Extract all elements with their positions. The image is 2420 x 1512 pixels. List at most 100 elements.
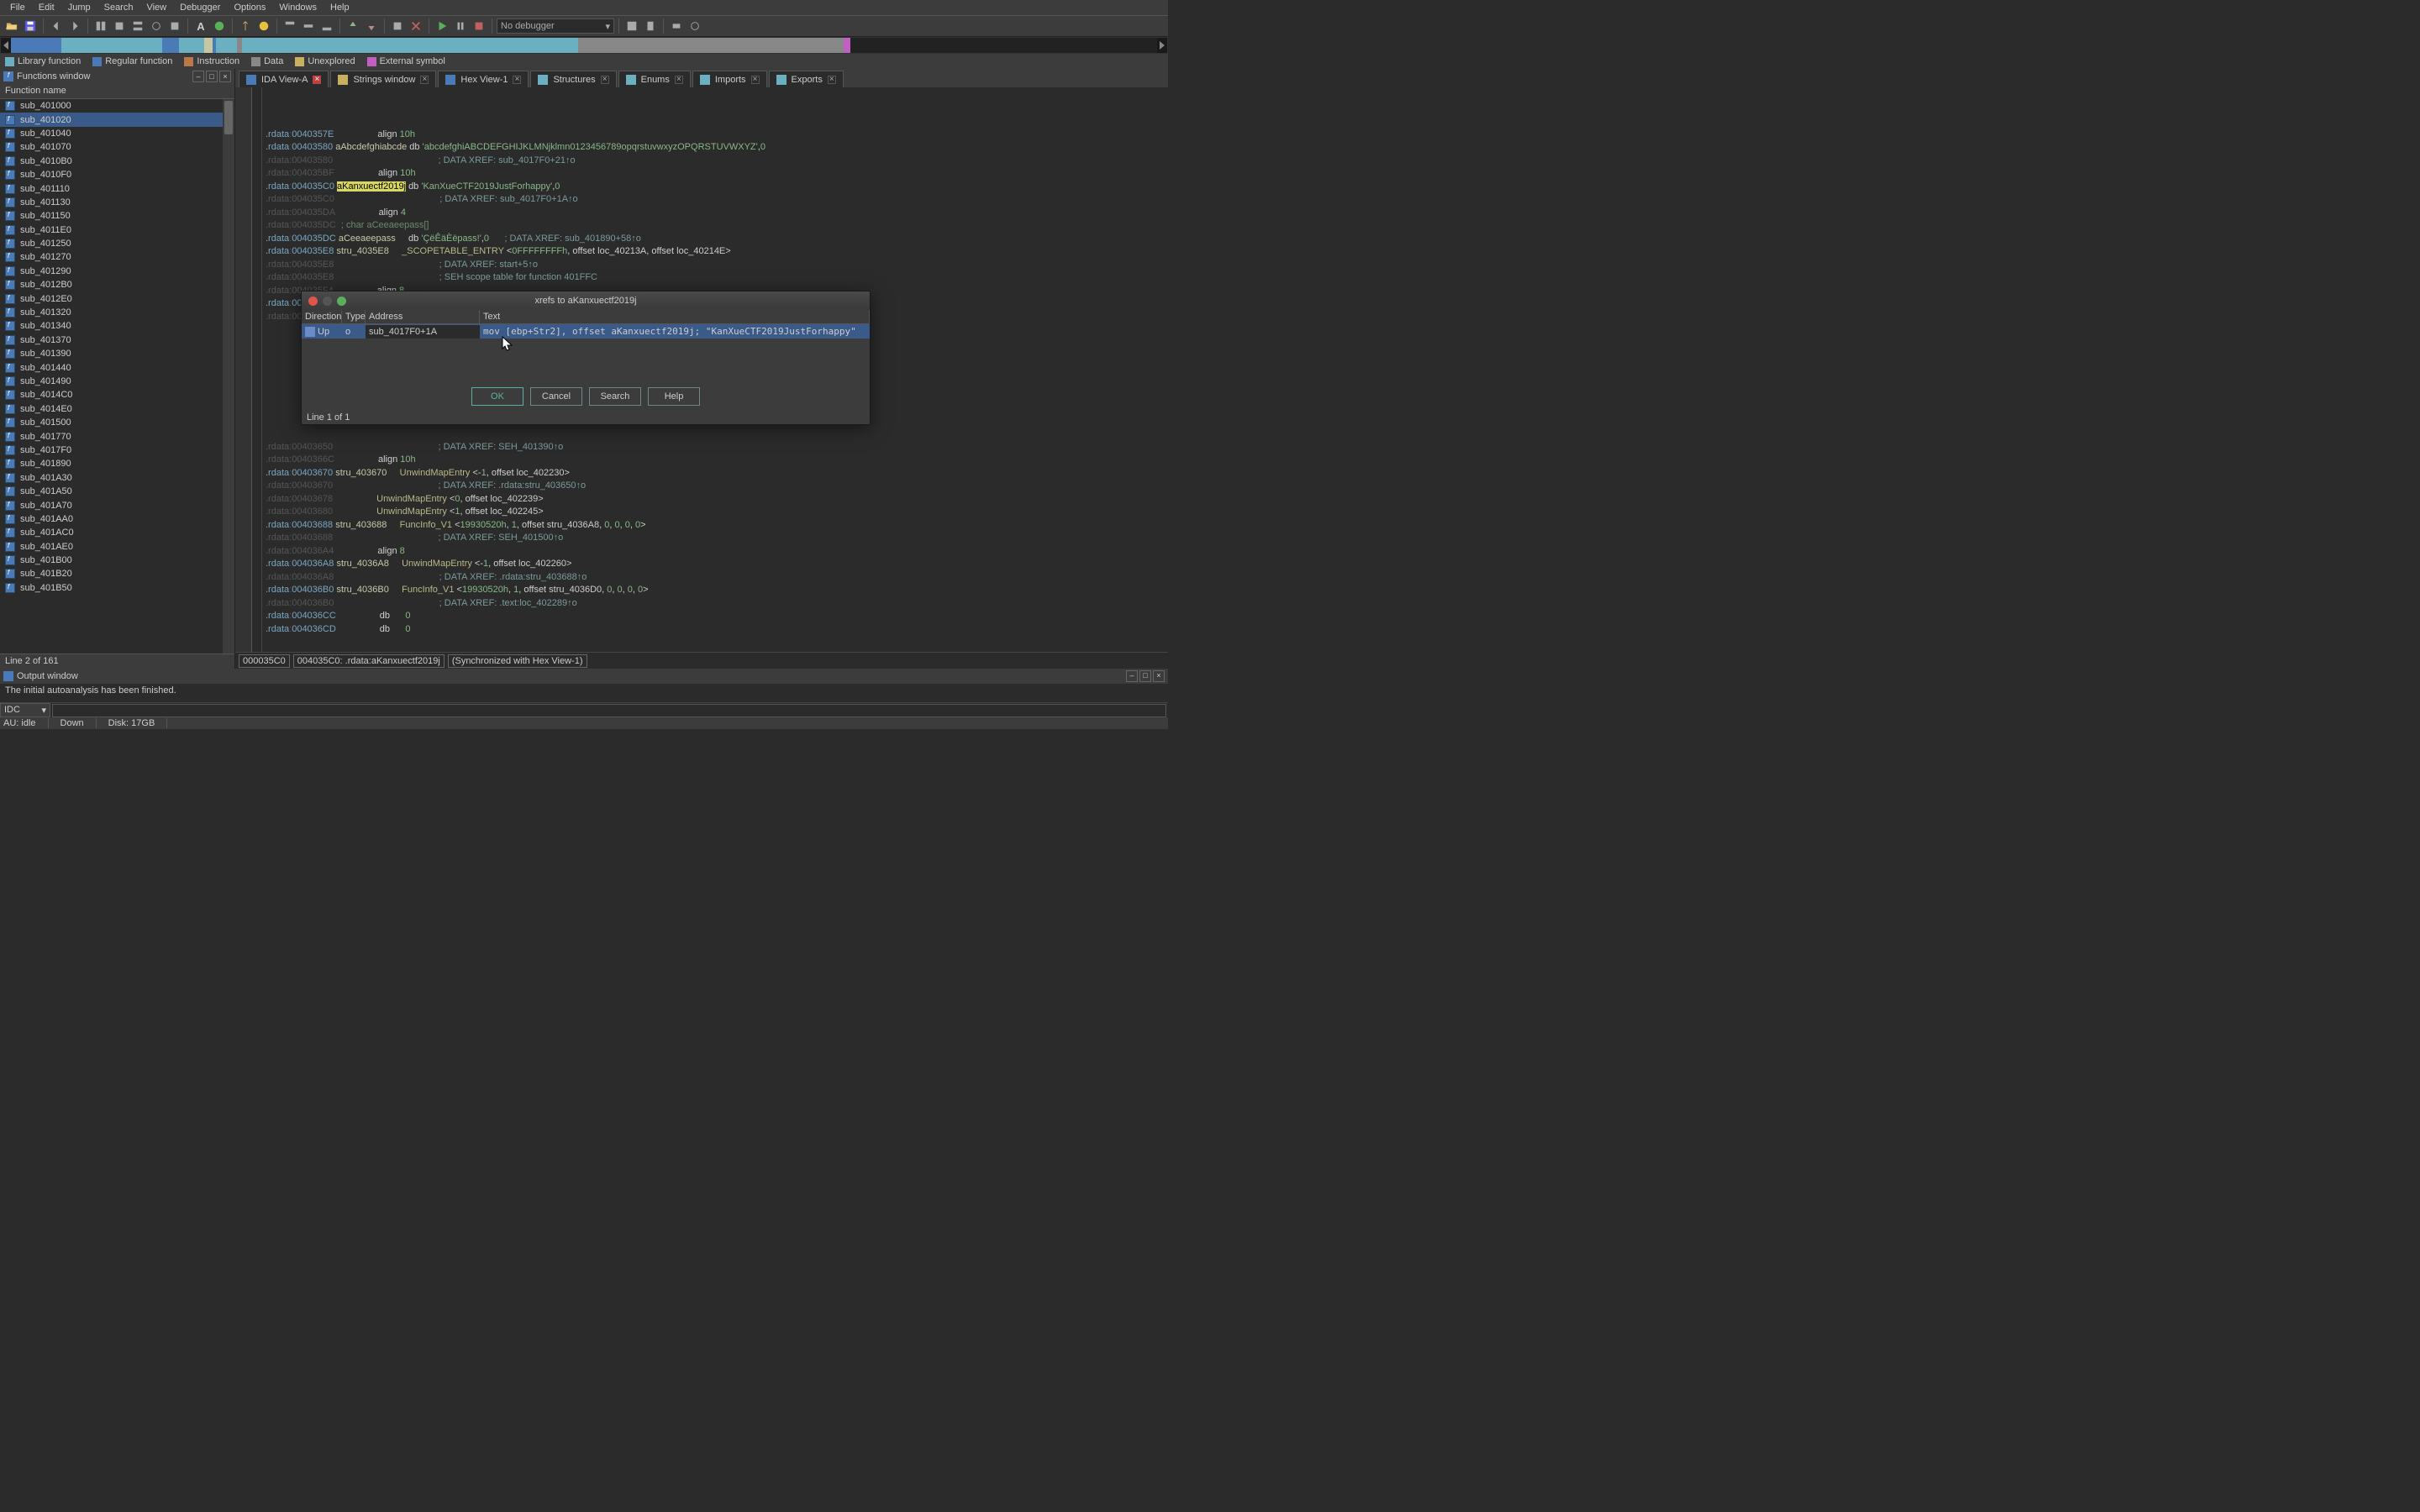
tab-close-icon[interactable]: × [675, 76, 683, 84]
idc-lang-combo[interactable]: IDC▾ [0, 703, 50, 717]
tool-icon[interactable] [668, 18, 685, 34]
function-row[interactable]: sub_401AC0 [0, 526, 234, 539]
function-row[interactable]: sub_401370 [0, 333, 234, 347]
panel-close-icon[interactable]: × [1153, 670, 1165, 682]
functions-column-header[interactable]: Function name [0, 84, 234, 99]
tab-enums[interactable]: Enums× [618, 71, 691, 87]
panel-min-icon[interactable]: ‒ [1126, 670, 1138, 682]
tool-icon[interactable] [300, 18, 317, 34]
function-row[interactable]: sub_401270 [0, 250, 234, 264]
function-row[interactable]: sub_4017F0 [0, 444, 234, 457]
menu-jump[interactable]: Jump [61, 1, 97, 14]
tool-icon[interactable] [345, 18, 361, 34]
function-row[interactable]: sub_401250 [0, 237, 234, 250]
function-row[interactable]: sub_4012E0 [0, 291, 234, 305]
disasm-line[interactable]: .rdata:004036A8 stru_4036A8 UnwindMapEnt… [266, 558, 1168, 571]
search-button[interactable]: Search [589, 387, 641, 406]
tool-icon[interactable] [705, 18, 722, 34]
tool-icon[interactable] [687, 18, 703, 34]
functions-list[interactable]: sub_401000sub_401020sub_401040sub_401070… [0, 99, 234, 654]
function-row[interactable]: sub_401A70 [0, 498, 234, 512]
tab-close-icon[interactable]: × [420, 76, 429, 84]
disasm-line[interactable]: .rdata:004035C0 aKanxuectf2019j db 'KanX… [266, 181, 1168, 194]
panel-min-icon[interactable]: ‒ [192, 71, 204, 82]
function-row[interactable]: sub_401340 [0, 319, 234, 333]
col-type[interactable]: Type [342, 310, 366, 323]
disasm-line[interactable]: .rdata:00403650 ; DATA XREF: SEH_401390↑… [266, 441, 1168, 454]
tab-imports[interactable]: Imports× [692, 71, 767, 87]
col-address[interactable]: Address [366, 310, 480, 323]
forward-icon[interactable] [66, 18, 83, 34]
tool-icon[interactable] [148, 18, 165, 34]
tab-close-icon[interactable]: × [601, 76, 609, 84]
disasm-line[interactable]: .rdata:00403680 UnwindMapEntry <1, offse… [266, 506, 1168, 519]
disasm-line[interactable]: .rdata:00403688 stru_403688 FuncInfo_V1 … [266, 519, 1168, 533]
navigation-band[interactable] [0, 37, 1168, 54]
function-row[interactable]: sub_401390 [0, 347, 234, 360]
run-icon[interactable] [434, 18, 450, 34]
tool-icon[interactable] [111, 18, 128, 34]
function-row[interactable]: sub_401150 [0, 209, 234, 223]
function-row[interactable]: sub_401110 [0, 181, 234, 195]
tool-icon[interactable] [281, 18, 298, 34]
function-row[interactable]: sub_4011E0 [0, 223, 234, 237]
function-row[interactable]: sub_401A50 [0, 485, 234, 498]
disasm-line[interactable]: .rdata:0040366C align 10h [266, 454, 1168, 467]
xref-row[interactable]: Up o sub_4017F0+1A mov [ebp+Str2], offse… [302, 324, 870, 339]
function-row[interactable]: sub_4014E0 [0, 402, 234, 416]
disasm-line[interactable]: .rdata:004036CC db 0 [266, 610, 1168, 623]
function-row[interactable]: sub_401B00 [0, 554, 234, 567]
disasm-line[interactable]: .rdata:004035C0 ; DATA XREF: sub_4017F0+… [266, 193, 1168, 207]
function-row[interactable]: sub_401B20 [0, 567, 234, 580]
disasm-line[interactable]: .rdata:004035BF align 10h [266, 167, 1168, 181]
tool-icon[interactable] [318, 18, 335, 34]
function-row[interactable]: sub_401320 [0, 306, 234, 319]
save-icon[interactable] [22, 18, 39, 34]
function-row[interactable]: sub_401020 [0, 113, 234, 126]
disasm-line[interactable]: .rdata:004035DC ; char aCeeaeepass[] [266, 219, 1168, 233]
tool-icon[interactable] [92, 18, 109, 34]
function-row[interactable]: sub_401A30 [0, 471, 234, 485]
cancel-icon[interactable] [408, 18, 424, 34]
disasm-line[interactable]: .rdata:00403678 UnwindMapEntry <0, offse… [266, 493, 1168, 507]
menu-search[interactable]: Search [97, 1, 140, 14]
function-row[interactable]: sub_401AA0 [0, 512, 234, 526]
back-icon[interactable] [48, 18, 65, 34]
disasm-line[interactable]: .rdata:00403670 stru_403670 UnwindMapEnt… [266, 467, 1168, 480]
open-icon[interactable] [3, 18, 20, 34]
disasm-line[interactable]: .rdata:0040357E align 10h [266, 129, 1168, 142]
disasm-line[interactable]: .rdata:004035DA align 4 [266, 207, 1168, 220]
disasm-line[interactable]: .rdata:004036A8 ; DATA XREF: .rdata:stru… [266, 571, 1168, 585]
disasm-line[interactable]: .rdata:004035E8 ; SEH scope table for fu… [266, 271, 1168, 285]
function-row[interactable]: sub_401890 [0, 457, 234, 470]
tool-icon[interactable] [129, 18, 146, 34]
idc-input[interactable] [52, 704, 1166, 717]
menu-view[interactable]: View [139, 1, 173, 14]
tool-icon[interactable] [237, 18, 254, 34]
dialog-titlebar[interactable]: xrefs to aKanxuectf2019j [302, 291, 870, 310]
tab-close-icon[interactable]: × [513, 76, 521, 84]
tab-exports[interactable]: Exports× [769, 71, 844, 87]
col-direction[interactable]: Direction [302, 310, 342, 323]
disasm-line[interactable]: .rdata:00403688 ; DATA XREF: SEH_401500↑… [266, 532, 1168, 545]
function-row[interactable]: sub_401440 [0, 360, 234, 374]
tab-close-icon[interactable]: × [313, 76, 321, 84]
tab-ida-view-a[interactable]: IDA View-A× [239, 71, 329, 87]
disasm-line[interactable]: .rdata:004036A4 align 8 [266, 545, 1168, 559]
menu-file[interactable]: File [3, 1, 32, 14]
function-row[interactable]: sub_401770 [0, 429, 234, 443]
function-row[interactable]: sub_401130 [0, 196, 234, 209]
highlight-icon[interactable] [255, 18, 272, 34]
disasm-line[interactable]: .rdata:004035E8 ; DATA XREF: start+5↑o [266, 259, 1168, 272]
help-button[interactable]: Help [648, 387, 700, 406]
menu-options[interactable]: Options [227, 1, 272, 14]
menu-help[interactable]: Help [324, 1, 356, 14]
function-row[interactable]: sub_401490 [0, 375, 234, 388]
function-row[interactable]: sub_4012B0 [0, 278, 234, 291]
disasm-line[interactable]: .rdata:004036B0 stru_4036B0 FuncInfo_V1 … [266, 584, 1168, 597]
function-row[interactable]: sub_4014C0 [0, 388, 234, 402]
pause-icon[interactable] [452, 18, 469, 34]
disasm-line[interactable]: .rdata:00403670 ; DATA XREF: .rdata:stru… [266, 480, 1168, 493]
disasm-line[interactable]: .rdata:00403580 aAbcdefghiabcde db 'abcd… [266, 141, 1168, 155]
function-row[interactable]: sub_401040 [0, 127, 234, 140]
